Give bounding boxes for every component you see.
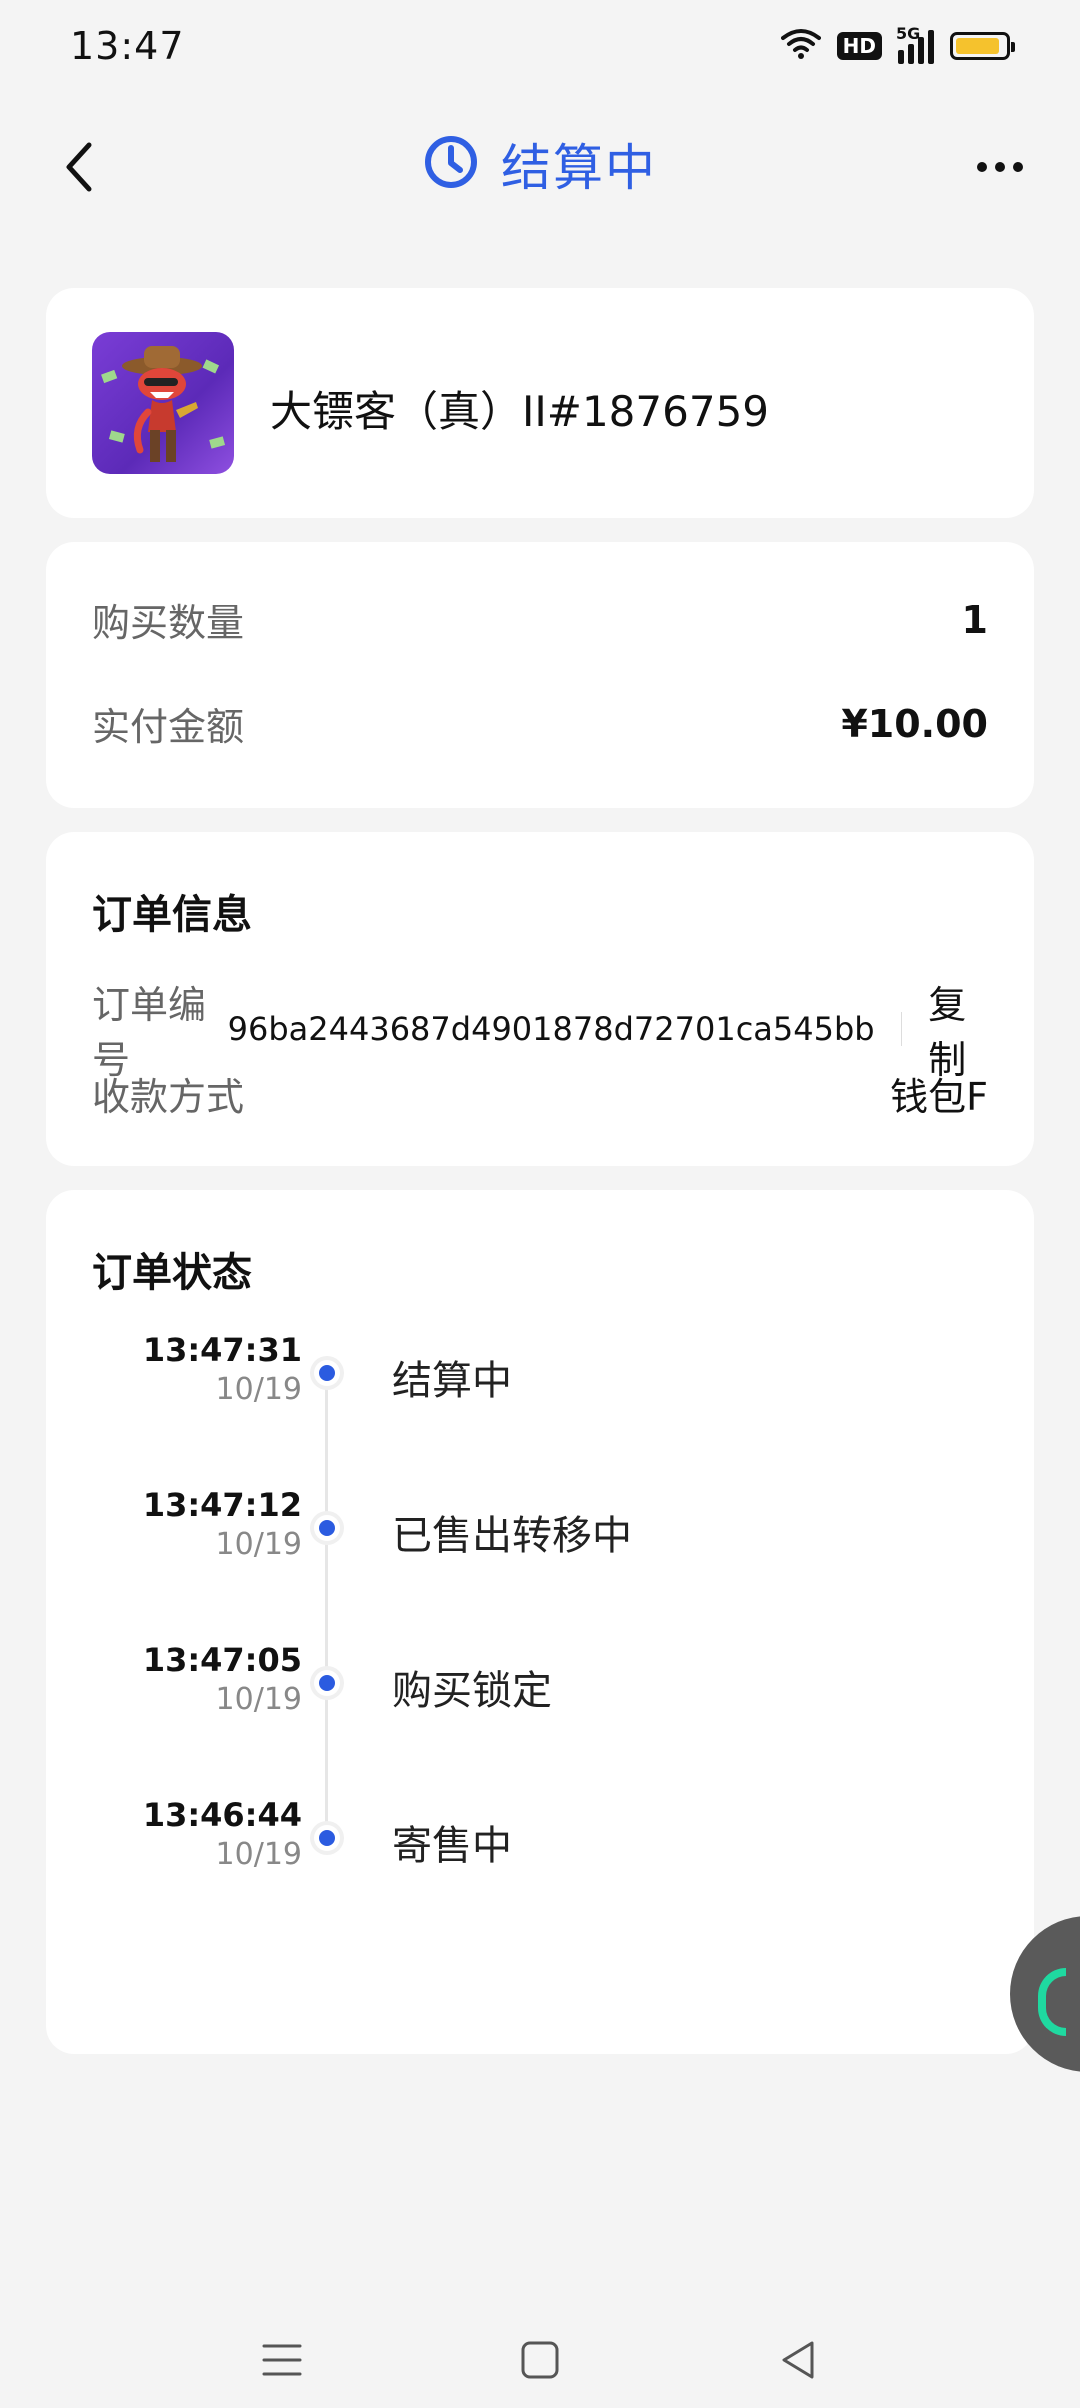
order-number-value: 96ba2443687d4901878d72701ca545bb [227, 1010, 875, 1048]
product-name: 大镖客（真）II#1876759 [270, 387, 770, 436]
timeline-date: 10/19 [215, 1682, 302, 1717]
hd-icon: HD [836, 32, 882, 60]
more-options-button[interactable] [960, 132, 1040, 202]
timeline-time: 13:47:31 [142, 1331, 302, 1369]
status-icons: HD 5G [780, 24, 1015, 64]
back-triangle-icon [782, 2341, 814, 2379]
timeline-date: 10/19 [215, 1527, 302, 1562]
timeline-dot-icon [314, 1515, 340, 1541]
timeline-dot-icon [314, 1360, 340, 1386]
payment-label: 收款方式 [92, 1075, 245, 1119]
more-dot-icon [977, 162, 987, 172]
amount-value: ¥10.00 [841, 701, 988, 746]
battery-icon [950, 32, 1015, 60]
timeline-time: 13:46:44 [142, 1796, 302, 1834]
divider [900, 1012, 903, 1046]
battery-level [956, 38, 1000, 54]
timeline-time: 13:47:05 [142, 1641, 302, 1679]
order-status-card: 订单状态 13:47:31 10/19 结算中 13:47:12 10/19 已… [46, 1190, 1034, 2054]
header: 结算中 [0, 110, 1080, 220]
status-time: 13:47 [70, 24, 185, 68]
system-nav-bar [0, 2300, 1080, 2408]
header-title-wrap: 结算中 [0, 128, 1080, 200]
status-bar: 13:47 HD 5G [0, 0, 1080, 100]
home-button[interactable] [500, 2320, 580, 2400]
timeline-date: 10/19 [215, 1372, 302, 1407]
timeline-dot-icon [314, 1825, 340, 1851]
timeline-label: 寄售中 [392, 1823, 512, 1869]
timeline-time: 13:47:12 [142, 1486, 302, 1524]
payment-row: 收款方式 钱包F [92, 1066, 988, 1121]
assistant-icon [1038, 1968, 1066, 2036]
wifi-icon [780, 28, 821, 64]
timeline-item: 13:47:31 10/19 结算中 [46, 1330, 1034, 1430]
quantity-row: 购买数量 1 [92, 592, 988, 647]
cellular-signal-icon: 5G [896, 24, 934, 64]
timeline-item: 13:47:12 10/19 已售出转移中 [46, 1485, 1034, 1585]
network-type-label: 5G [896, 24, 921, 43]
home-square-icon [521, 2341, 559, 2379]
timeline-label: 已售出转移中 [392, 1513, 632, 1559]
timeline-label: 结算中 [392, 1358, 512, 1404]
product-card[interactable]: 大镖客（真）II#1876759 [46, 288, 1034, 518]
order-info-card: 订单信息 订单编号 96ba2443687d4901878d72701ca545… [46, 832, 1034, 1166]
more-dot-icon [1013, 162, 1023, 172]
timeline-item: 13:46:44 10/19 寄售中 [46, 1795, 1034, 1895]
back-nav-button[interactable] [758, 2320, 838, 2400]
amount-row: 实付金额 ¥10.00 [92, 696, 988, 751]
timeline-item: 13:47:05 10/19 购买锁定 [46, 1640, 1034, 1740]
page-title: 结算中 [501, 139, 657, 197]
summary-card: 购买数量 1 实付金额 ¥10.00 [46, 542, 1034, 808]
order-info-title: 订单信息 [92, 892, 252, 938]
menu-icon [262, 2344, 302, 2376]
quantity-label: 购买数量 [92, 601, 245, 645]
order-status-title: 订单状态 [92, 1250, 252, 1296]
timeline-line [325, 1370, 328, 1836]
clock-icon [423, 134, 479, 194]
more-dot-icon [995, 162, 1005, 172]
payment-value: 钱包F [890, 1075, 988, 1119]
product-image [92, 332, 234, 474]
timeline-dot-icon [314, 1670, 340, 1696]
amount-label: 实付金额 [92, 705, 245, 749]
timeline-label: 购买锁定 [392, 1668, 552, 1714]
timeline-date: 10/19 [215, 1837, 302, 1872]
menu-button[interactable] [242, 2320, 322, 2400]
quantity-value: 1 [961, 597, 988, 642]
